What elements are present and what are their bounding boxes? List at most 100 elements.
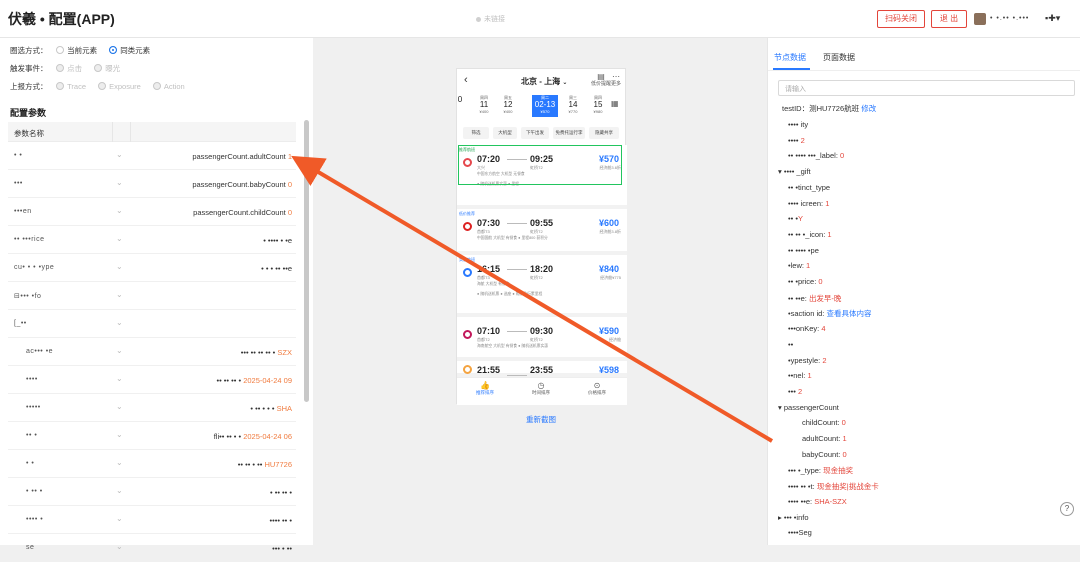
table-row[interactable]: ••• ⌄ passengerCount.babyCount 0 xyxy=(8,170,296,198)
tree-node[interactable]: •••• ••e: SHA-SZX xyxy=(788,497,847,506)
tree-node[interactable]: adultCount: 1 xyxy=(802,434,847,443)
sort-tab[interactable]: ◷ 时间排序 xyxy=(513,382,569,396)
tree-node[interactable]: •••• 2 xyxy=(788,136,805,145)
tree-node[interactable]: •••• •• •t: 现金抽奖|挑战金卡 xyxy=(788,481,879,492)
chevron-down-icon[interactable]: ⌄ xyxy=(116,542,123,551)
more-icon[interactable]: ⋯ 更多 xyxy=(611,73,621,88)
sort-tab[interactable]: ⊙ 价格排序 xyxy=(569,382,625,396)
option-click[interactable]: 点击 xyxy=(67,64,82,73)
table-row[interactable]: cu• • • •ype ⌄ • • • •• ••e xyxy=(8,254,296,282)
route-title[interactable]: 北京 - 上海 ⌄ xyxy=(521,76,567,87)
radio-trace[interactable] xyxy=(56,82,65,90)
phone-preview[interactable]: ‹ 北京 - 上海 ⌄ ▤ 低价提醒 ⋯ 更多 0 周四 11 ¥400 周五 12 ¥400 周… xyxy=(456,68,627,405)
filter-chip[interactable]: 下午出发 xyxy=(521,127,549,139)
edit-test-id-link[interactable]: 修改 xyxy=(861,104,876,113)
date-option[interactable]: 周三 14 ¥770 xyxy=(562,95,584,117)
chevron-down-icon[interactable]: ⌄ xyxy=(116,178,123,187)
filter-chip[interactable]: 大机型 xyxy=(493,127,517,139)
chevron-down-icon[interactable]: ⌄ xyxy=(116,458,123,467)
column-divider[interactable] xyxy=(130,122,131,142)
calendar-icon[interactable]: ▦ xyxy=(611,99,619,108)
radio-current-element[interactable] xyxy=(56,46,65,54)
tab-page-data[interactable]: 页面数据 xyxy=(823,52,855,63)
table-row[interactable]: •• •••rice ⌄ • •••• • •e xyxy=(8,226,296,254)
table-row[interactable]: •••en ⌄ passengerCount.childCount 0 xyxy=(8,198,296,226)
recapture-link[interactable]: 重新截图 xyxy=(526,414,556,425)
radio-exposure[interactable] xyxy=(94,64,103,72)
tree-node[interactable]: •saction id: 查看具体内容 xyxy=(788,308,871,319)
table-row[interactable]: [_•• ⌄ xyxy=(8,310,296,338)
table-row[interactable]: • •• • ⌄ • •• •• • xyxy=(8,478,296,506)
back-icon[interactable]: ‹ xyxy=(464,74,468,86)
filter-chip[interactable]: 免费托运行李 xyxy=(553,127,585,139)
date-option[interactable]: 周四 11 ¥400 xyxy=(473,95,495,117)
chevron-down-icon[interactable]: ⌄ xyxy=(116,150,123,159)
search-input[interactable]: 请输入 xyxy=(778,80,1075,96)
tree-node[interactable]: babyCount: 0 xyxy=(802,450,847,459)
table-row[interactable]: ••••• ⌄ • •• • • • SHA xyxy=(8,394,296,422)
logout-button[interactable]: 退 出 xyxy=(931,10,967,28)
price-alert-icon[interactable]: ▤ 低价提醒 xyxy=(591,73,611,88)
date-option[interactable]: 周五 12 ¥400 xyxy=(497,95,519,117)
chevron-down-icon[interactable]: ⌄ xyxy=(116,234,123,243)
option-exposure[interactable]: 曝光 xyxy=(105,64,120,73)
tree-node[interactable]: ••• •_type: 现金抽奖 xyxy=(788,465,853,476)
tree-node[interactable]: •• •• •_icon: 1 xyxy=(788,230,832,239)
tree-node[interactable]: •lew: 1 xyxy=(788,261,810,270)
radio-action[interactable] xyxy=(152,82,161,90)
user-name[interactable]: • •.•• •.••• xyxy=(990,15,1029,22)
tree-node[interactable]: •••• icreen: 1 xyxy=(788,199,829,208)
chevron-down-icon[interactable]: ⌄ xyxy=(116,402,123,411)
table-row[interactable]: • • ⌄ passengerCount.adultCount 1 xyxy=(8,142,296,170)
tree-node[interactable]: ••••Seg xyxy=(788,528,812,537)
flight-card[interactable]: 21:55 23:55 ¥598 xyxy=(457,361,627,377)
sort-tab[interactable]: 👍 推荐排序 xyxy=(457,382,513,396)
table-row[interactable]: •• • ⌄ fli•• •• • • 2025-04-24 06 xyxy=(8,422,296,450)
tab-node-data[interactable]: 节点数据 xyxy=(774,52,806,63)
table-row[interactable]: ac••• •e ⌄ ••• •• •• •• • SZX xyxy=(8,338,296,366)
radio-exposure-report[interactable] xyxy=(98,82,107,90)
option-exposure-report[interactable]: Exposure xyxy=(109,82,141,91)
tree-node[interactable]: •• ••e: 出发早-晚 xyxy=(788,293,841,304)
tree-node[interactable]: ▾ •••• _gift xyxy=(778,167,811,176)
chevron-down-icon[interactable]: ⌄ xyxy=(116,514,123,523)
tree-node[interactable]: ••• 2 xyxy=(788,387,802,396)
tree-value[interactable]: 查看具体内容 xyxy=(826,309,871,318)
scan-close-button[interactable]: 扫码关闭 xyxy=(877,10,925,28)
avatar[interactable] xyxy=(974,13,986,25)
radio-click[interactable] xyxy=(56,64,65,72)
date-option[interactable]: 周二 02-13 ¥570 xyxy=(532,95,558,117)
flight-card[interactable]: 07:10 09:30 首都T2 虹桥T2 ¥590 经济舱 海南航空 大机型 有餐食 ● … xyxy=(457,317,627,361)
flight-card[interactable]: 低价推荐 07:30 09:55 首都T3 虹桥T2 ¥600 经济舱3.8折 中国国航 大机… xyxy=(457,209,627,255)
tree-node[interactable]: •ypestyle: 2 xyxy=(788,356,826,365)
chevron-down-icon[interactable]: ⌄ xyxy=(116,374,123,383)
chevron-down-icon[interactable]: ⌄ xyxy=(116,486,123,495)
table-row[interactable]: • • ⌄ •• •• • •• HU7726 xyxy=(8,450,296,478)
tree-node[interactable]: •• xyxy=(788,340,793,349)
table-row[interactable]: se ⌄ ••• • •• xyxy=(8,534,296,562)
radio-same-type[interactable] xyxy=(109,46,118,54)
tree-node[interactable]: •• •••• •••_label: 0 xyxy=(788,151,844,160)
table-row[interactable]: •••• • ⌄ •••• •• • xyxy=(8,506,296,534)
date-option[interactable]: 0 xyxy=(449,95,471,117)
chevron-down-icon[interactable]: ⌄ xyxy=(116,430,123,439)
filter-chip[interactable]: 隐藏共享 xyxy=(589,127,619,139)
option-same-type[interactable]: 同类元素 xyxy=(120,46,150,55)
table-row[interactable]: •••• ⌄ •• •• •• • 2025-04-24 09 xyxy=(8,366,296,394)
tree-node[interactable]: childCount: 0 xyxy=(802,418,846,427)
tree-node[interactable]: •••• ity xyxy=(788,120,808,129)
tree-node[interactable]: ▸ ••• •info xyxy=(778,513,809,522)
filter-chip[interactable]: 筛选 xyxy=(463,127,489,139)
tree-node[interactable]: •• •tinct_type xyxy=(788,183,830,192)
help-icon[interactable]: ? xyxy=(1060,502,1074,516)
menu-icon[interactable]: ▪✚▾ xyxy=(1045,13,1060,24)
tree-node[interactable]: ••nel: 1 xyxy=(788,371,812,380)
chevron-down-icon[interactable]: ⌄ xyxy=(116,346,123,355)
option-trace[interactable]: Trace xyxy=(67,82,86,91)
tree-node[interactable]: •• •price: 0 xyxy=(788,277,823,286)
chevron-down-icon[interactable]: ⌄ xyxy=(116,262,123,271)
scrollbar[interactable] xyxy=(304,120,309,402)
tree-node[interactable]: •• •••• •pe xyxy=(788,246,819,255)
tree-node[interactable]: •• •Y xyxy=(788,214,803,223)
flight-card[interactable]: 实惠航班 16:15 18:20 首都T3 虹桥T2 ¥840 经济舱¥775 海航 大机型 … xyxy=(457,255,627,317)
